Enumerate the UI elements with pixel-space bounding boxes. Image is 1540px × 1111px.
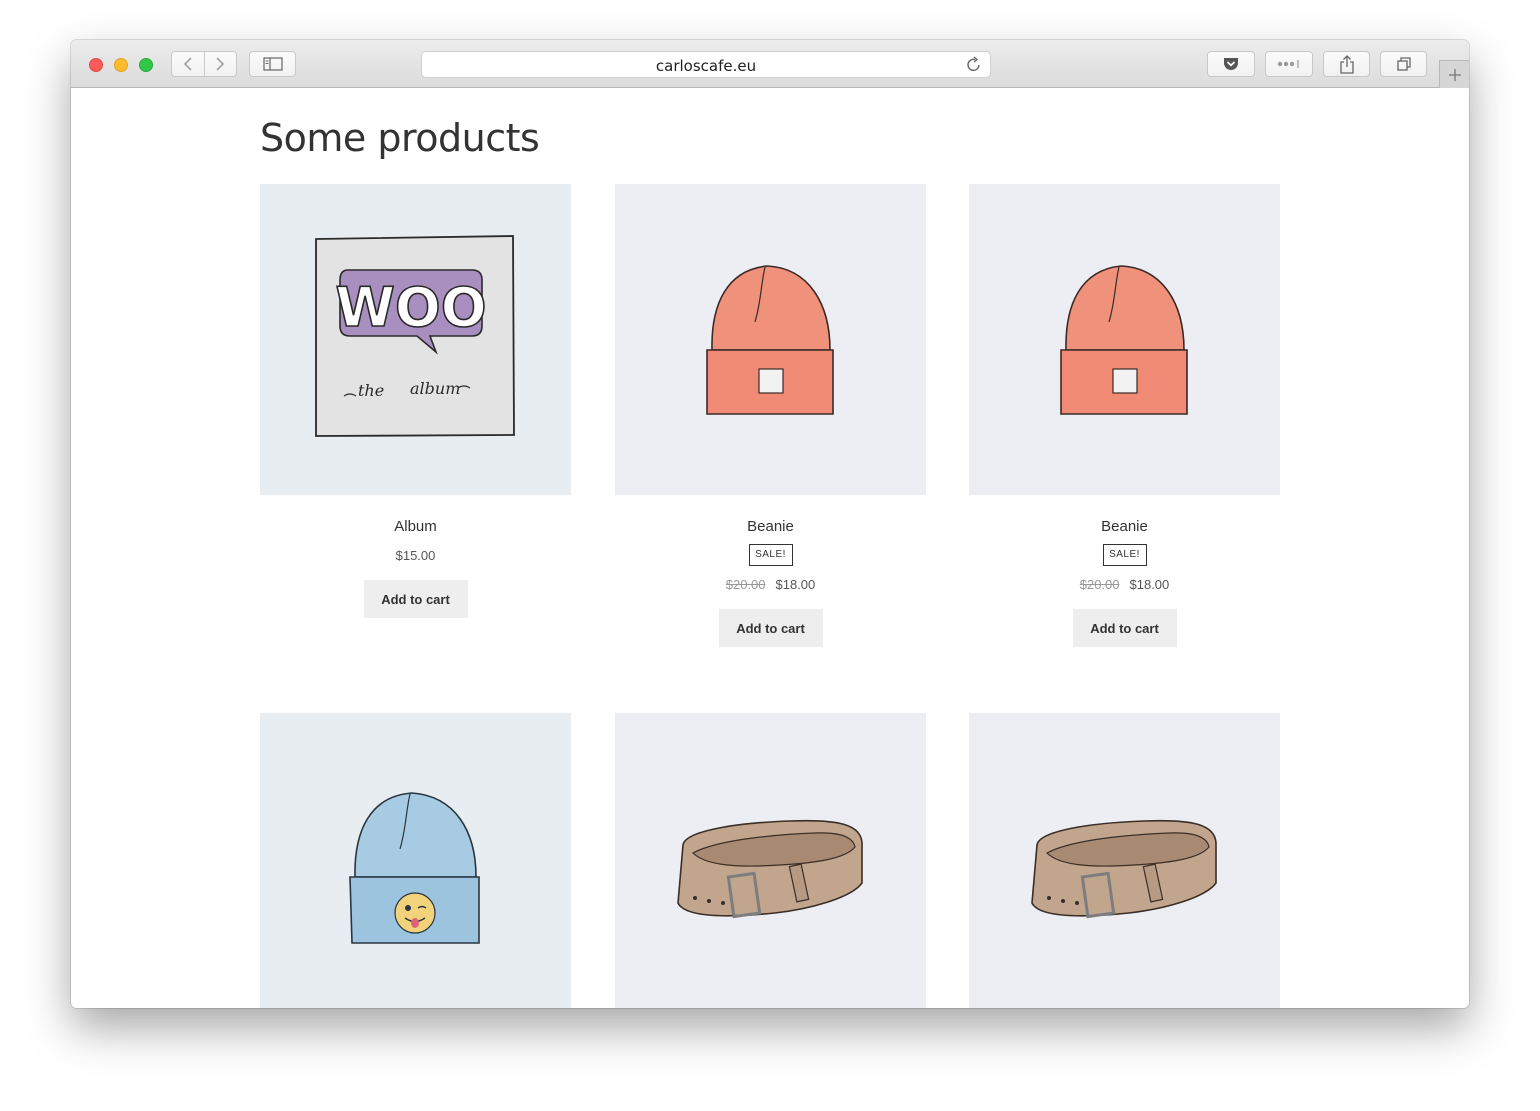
zoom-window-button[interactable] — [139, 58, 153, 72]
svg-text:the: the — [358, 381, 384, 400]
product-image-link[interactable]: WOO the album — [260, 184, 571, 495]
url-text: carloscafe.eu — [655, 57, 757, 75]
product-image-link[interactable] — [969, 713, 1280, 1008]
blue-beanie-image — [349, 792, 480, 944]
original-price: $20.00 — [1079, 577, 1120, 592]
current-price: $15.00 — [395, 548, 436, 563]
sale-badge: SALE! — [748, 544, 793, 566]
new-tab-button[interactable] — [1439, 60, 1469, 88]
history-navigation — [171, 51, 237, 77]
product-card-album: WOO the album Album $15.00 Add to cart — [260, 184, 571, 618]
product-price: $20.00 $18.00 — [615, 577, 926, 592]
share-icon — [1339, 54, 1354, 74]
sidebar-button[interactable] — [249, 51, 296, 77]
belt-image — [677, 819, 863, 919]
product-name[interactable]: Beanie — [969, 518, 1280, 535]
page-title: Some products — [260, 116, 540, 160]
reload-icon — [967, 56, 980, 71]
plus-icon — [1448, 68, 1461, 81]
tabs-overview-button[interactable] — [1380, 51, 1427, 77]
product-price: $15.00 — [260, 548, 571, 563]
original-price: $20.00 — [725, 577, 766, 592]
forward-button[interactable] — [205, 52, 237, 76]
share-button[interactable] — [1323, 51, 1370, 77]
product-card-belt — [615, 713, 926, 1008]
back-button[interactable] — [172, 52, 205, 76]
tabs-overview-icon — [1396, 57, 1411, 71]
woo-album-image: WOO the album — [315, 235, 515, 437]
close-window-button[interactable] — [89, 58, 103, 72]
product-card-beanie: Beanie SALE! $20.00 $18.00 Add to cart — [969, 184, 1280, 647]
sale-badge: SALE! — [1102, 544, 1147, 566]
product-image-link[interactable] — [260, 713, 571, 1008]
product-card-blue-beanie — [260, 713, 571, 1008]
orange-beanie-image — [1060, 265, 1188, 415]
product-card-beanie: Beanie SALE! $20.00 $18.00 Add to cart — [615, 184, 926, 647]
product-image-link[interactable] — [615, 713, 926, 1008]
product-card-belt — [969, 713, 1280, 1008]
product-price: $20.00 $18.00 — [969, 577, 1280, 592]
minimize-window-button[interactable] — [114, 58, 128, 72]
product-image-link[interactable] — [615, 184, 926, 495]
browser-window: carloscafe.eu Some products WOO the albu… — [71, 40, 1469, 1008]
svg-text:album: album — [410, 379, 460, 398]
sale-price: $18.00 — [1129, 577, 1170, 592]
page-content: Some products WOO the album Album $15.00… — [71, 88, 1469, 1008]
chevron-left-icon — [183, 57, 192, 71]
add-to-cart-button[interactable]: Add to cart — [718, 609, 823, 647]
more-icon — [1277, 60, 1299, 68]
add-to-cart-button[interactable]: Add to cart — [1072, 609, 1177, 647]
pocket-button[interactable] — [1207, 51, 1255, 77]
product-name[interactable]: Beanie — [615, 518, 926, 535]
svg-text:WOO: WOO — [335, 276, 486, 339]
pocket-icon — [1224, 58, 1238, 70]
chevron-right-icon — [216, 57, 225, 71]
add-to-cart-button[interactable]: Add to cart — [363, 580, 468, 618]
browser-toolbar: carloscafe.eu — [71, 40, 1469, 88]
belt-image — [1031, 819, 1217, 919]
product-name[interactable]: Album — [260, 518, 571, 535]
address-bar[interactable]: carloscafe.eu — [421, 51, 991, 78]
reload-button[interactable] — [966, 56, 982, 78]
more-button[interactable] — [1265, 51, 1313, 77]
orange-beanie-image — [706, 265, 834, 415]
sale-price: $18.00 — [775, 577, 816, 592]
sidebar-icon — [262, 57, 283, 71]
product-image-link[interactable] — [969, 184, 1280, 495]
